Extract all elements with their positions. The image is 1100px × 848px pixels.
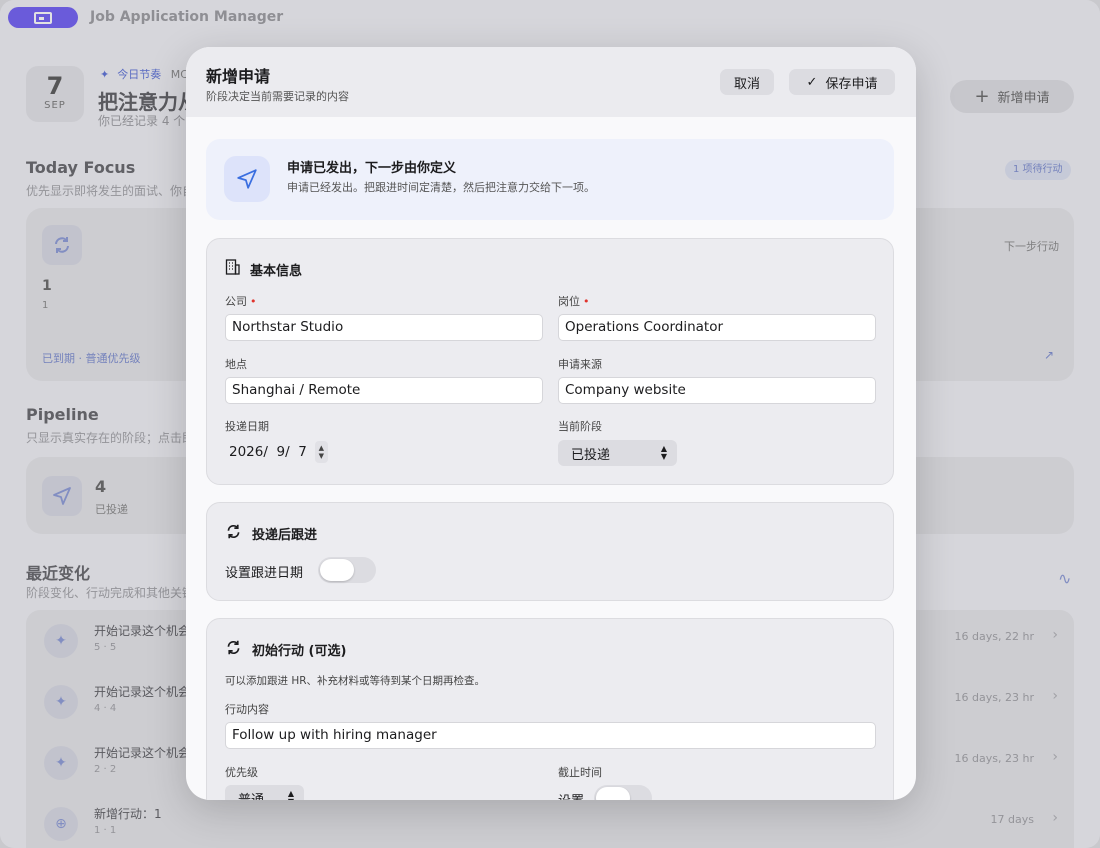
deadline-toggle[interactable] [594,785,652,800]
refresh-icon [225,523,242,544]
building-icon [225,259,240,279]
company-label: 公司 • [225,295,257,308]
updown-chevron-icon: ▲▼ [660,444,667,461]
deadline-label: 截止时间 [558,766,602,779]
followup-header: 投递后跟进 [225,523,317,544]
followup-toggle[interactable] [318,557,376,583]
priority-value: 普通 [238,792,265,801]
source-label: 申请来源 [558,358,602,371]
new-application-sheet: 新增申请 阶段决定当前需要记录的内容 取消 ✓ 保存申请 申请已发出，下一步由你… [186,47,916,800]
company-field[interactable]: Northstar Studio [225,314,543,341]
followup-title: 投递后跟进 [252,528,318,543]
basic-info-header: 基本信息 [225,259,302,279]
updown-chevron-icon: ▲▼ [287,789,294,801]
action-content-label: 行动内容 [225,703,269,716]
date-label: 投递日期 [225,420,269,433]
priority-label: 优先级 [225,766,258,779]
deadline-toggle-label: 设置 [558,790,584,800]
location-label: 地点 [225,358,247,371]
save-label: 保存申请 [825,76,878,92]
toggle-knob [320,559,354,581]
date-stepper[interactable]: ▲ ▼ [314,441,328,463]
paperplane-icon [224,156,270,202]
basic-info-title: 基本信息 [250,263,303,279]
location-field[interactable]: Shanghai / Remote [225,377,543,404]
cancel-button[interactable]: 取消 [720,69,774,95]
initial-action-section: 初始行动 (可选) 可以添加跟进 HR、补充材料或等待到某个日期再检查。 行动内… [206,618,894,800]
save-application-button[interactable]: ✓ 保存申请 [789,69,895,95]
date-value: 2026/ 9/ 7 [229,444,307,460]
date-picker[interactable]: 2026/ 9/ 7 ▲ ▼ [229,441,328,463]
notice-text: 申请已经发出。把跟进时间定清楚，然后把注意力交给下一项。 [287,181,595,194]
status-notice: 申请已发出，下一步由你定义 申请已经发出。把跟进时间定清楚，然后把注意力交给下一… [206,139,894,220]
initial-action-header: 初始行动 (可选) [225,639,346,660]
initial-action-hint: 可以添加跟进 HR、补充材料或等待到某个日期再检查。 [225,675,486,687]
sheet-title: 新增申请 [206,67,271,86]
app-window: Job Application Manager 7 SEP ✦ 今日节奏 MC 把… [0,0,1100,848]
action-content-field[interactable]: Follow up with hiring manager [225,722,876,749]
initial-action-title: 初始行动 (可选) [252,644,347,659]
sheet-subtitle: 阶段决定当前需要记录的内容 [206,90,349,103]
checkmark-icon: ✓ [806,74,818,90]
basic-info-section: 基本信息 公司 • Northstar Studio 岗位 • Operations… [206,238,894,485]
position-label: 岗位 • [558,295,590,308]
position-field[interactable]: Operations Coordinator [558,314,876,341]
stage-label: 当前阶段 [558,420,602,433]
refresh-icon [225,639,242,660]
stage-select[interactable]: 已投递 ▲ ▼ [558,440,677,466]
notice-title: 申请已发出，下一步由你定义 [287,161,457,176]
source-field[interactable]: Company website [558,377,876,404]
toggle-knob [596,787,630,800]
priority-select[interactable]: 普通 ▲▼ [225,785,304,800]
sheet-header: 新增申请 阶段决定当前需要记录的内容 取消 ✓ 保存申请 [186,47,916,117]
followup-section: 投递后跟进 设置跟进日期 [206,502,894,601]
stage-value: 已投递 [571,447,611,463]
followup-toggle-label: 设置跟进日期 [225,566,304,581]
